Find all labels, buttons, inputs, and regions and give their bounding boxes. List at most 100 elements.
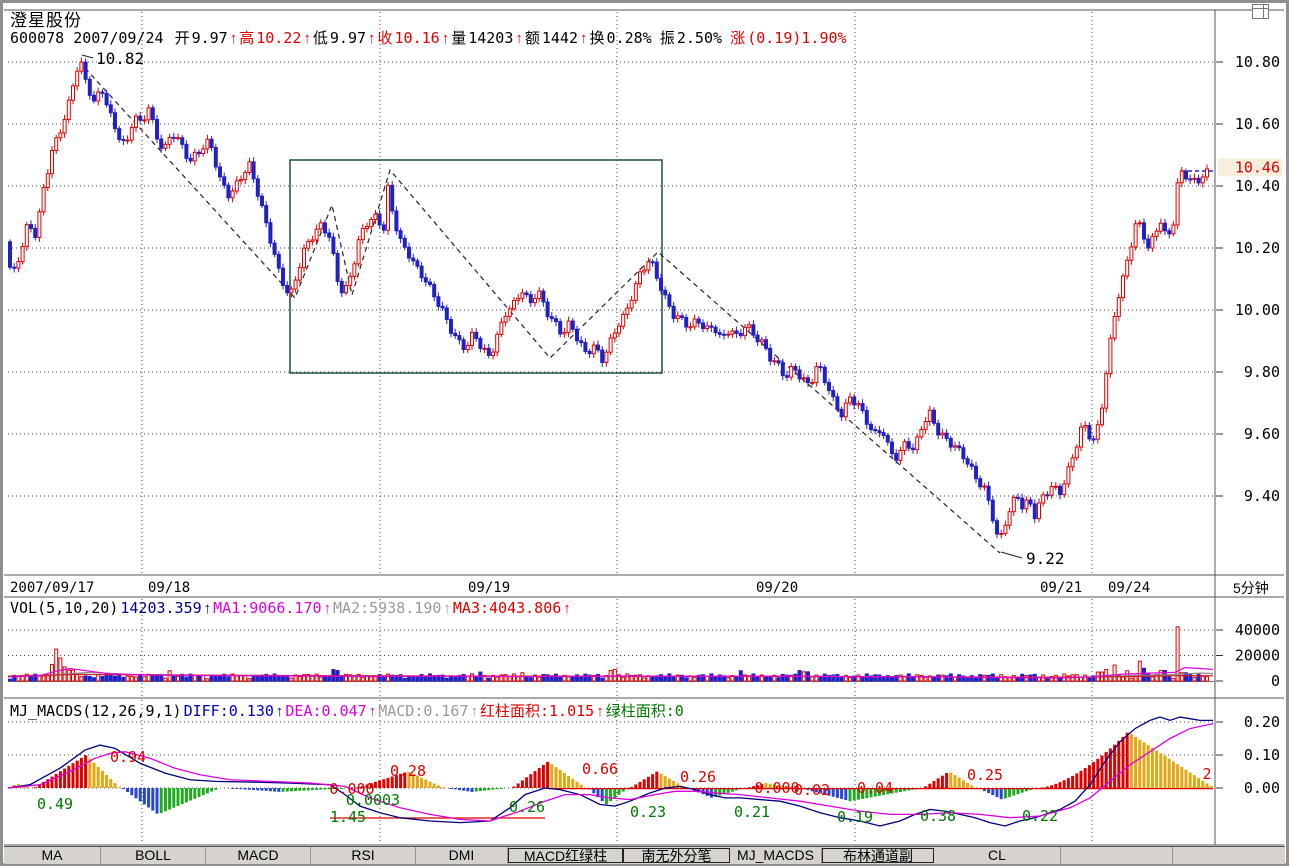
- restore-window-icon-line: [1263, 5, 1264, 18]
- macd-area-value: 0.25: [967, 766, 1003, 784]
- quote-field-label: 低: [313, 30, 328, 47]
- macd-area-value: 0.02: [794, 781, 830, 799]
- macd-area-value: 0.38: [920, 807, 956, 825]
- toolbar-button-BOLL[interactable]: BOLL: [101, 847, 206, 864]
- chart-text-label: 9.40: [1244, 487, 1280, 505]
- toolbar-button-布林通道副[interactable]: 布林通道副: [822, 848, 934, 863]
- chart-text-label: 09/21: [1040, 580, 1082, 596]
- up-arrow-icon: ↑: [324, 600, 332, 617]
- quote-field-value: 10.22: [256, 29, 301, 47]
- last-price-label: 10.46: [1235, 158, 1280, 176]
- indicator-value: MA3:4043.806: [453, 599, 561, 617]
- quote-field-value: (0.19)1.90%: [747, 29, 846, 47]
- macd-area-value: 0.23: [630, 803, 666, 821]
- up-arrow-icon: ↑: [204, 600, 212, 617]
- macd-area-value: 0.28: [390, 762, 426, 780]
- macd-area-value: 2: [1202, 765, 1211, 783]
- up-arrow-icon: ↑: [580, 30, 588, 47]
- chart-text-label: 0: [1271, 672, 1280, 690]
- toolbar-button-MACD红绿柱[interactable]: MACD红绿柱: [508, 848, 623, 863]
- dashed-trendline: [85, 68, 1000, 553]
- macd-area-value: 0.04: [857, 779, 893, 797]
- indicator-value: VOL(5,10,20): [10, 599, 118, 617]
- quote-field-value: 1442: [542, 29, 578, 47]
- macd-area-value: 0.94: [110, 748, 146, 766]
- quote-field-value: 0.28%: [607, 29, 652, 47]
- restore-window-icon[interactable]: [1252, 4, 1269, 19]
- indicator-value: DIFF:0.130: [184, 702, 274, 720]
- up-arrow-icon: ↑: [596, 703, 604, 720]
- quote-field-label: 涨: [730, 30, 745, 47]
- chart-text-label: 09/24: [1108, 580, 1150, 596]
- quote-field-value: 14203: [468, 29, 513, 47]
- up-arrow-icon: ↑: [303, 30, 311, 47]
- chart-text-label: 10.60: [1235, 115, 1280, 133]
- quote-field-label: 高: [239, 30, 254, 47]
- up-arrow-icon: ↑: [369, 703, 377, 720]
- right-axis: 10.8010.6010.4010.2010.009.809.609.4010.…: [1216, 53, 1282, 797]
- toolbar-button-MJ_MACDS[interactable]: MJ_MACDS: [730, 847, 822, 864]
- spacer: [724, 30, 728, 47]
- macd-area-value: 0.26: [509, 798, 545, 816]
- stock-code-and-date: 600078 2007/09/24: [10, 29, 173, 47]
- toolbar-button-empty-10: [1061, 847, 1173, 864]
- date-axis: 2007/09/1709/1809/1909/2009/2109/24: [10, 580, 1150, 596]
- quote-field-value: 2.50%: [677, 29, 722, 47]
- stock-trading-window: 10.8010.6010.4010.2010.009.809.609.4010.…: [0, 0, 1289, 866]
- low-price-callout: 9.22: [1026, 549, 1065, 568]
- chart-text-label: 10.80: [1235, 53, 1280, 71]
- macd-indicator-header: MJ_MACDS(12,26,9,1)DIFF:0.130↑DEA:0.047↑…: [10, 700, 686, 721]
- quote-field-label: 换: [590, 30, 605, 47]
- indicator-value: MACD:0.167: [378, 702, 468, 720]
- toolbar-button-MA[interactable]: MA: [4, 847, 101, 864]
- quote-field-label: 额: [525, 30, 540, 47]
- chart-text-label: 20000: [1235, 647, 1280, 665]
- up-arrow-icon: ↑: [563, 600, 571, 617]
- chart-text-label: 2007/09/17: [10, 580, 94, 596]
- quote-field-label: 开: [175, 30, 190, 47]
- chart-text-label: 10.40: [1235, 177, 1280, 195]
- chart-text-label: 9.60: [1244, 425, 1280, 443]
- chart-text-label: 9.80: [1244, 363, 1280, 381]
- macd-annotations: 0.94 0.49 0.28 0.000 0.00031.45 0.26 0.66 0.23 0…: [37, 748, 1212, 826]
- toolbar-button-RSI[interactable]: RSI: [311, 847, 416, 864]
- indicator-toolbar: MABOLLMACDRSIDMIMACD红绿柱南无外分笔MJ_MACDS布林通道…: [4, 846, 1285, 864]
- macd-area-value: 0.49: [37, 795, 73, 813]
- candlestick-series: [9, 57, 1209, 538]
- chart-text-label: 09/20: [756, 580, 798, 596]
- toolbar-button-南无外分笔[interactable]: 南无外分笔: [623, 848, 730, 863]
- macd-area-value: 0.0003: [346, 791, 400, 809]
- macd-area-value: 0.26: [680, 768, 716, 786]
- toolbar-button-MACD[interactable]: MACD: [206, 847, 311, 864]
- panel-borders: [2, 2, 1288, 865]
- high-price-callout: 10.82: [96, 49, 144, 68]
- spacer: [654, 30, 658, 47]
- indicator-value: MA2:5938.190: [333, 599, 441, 617]
- main-chart-annotations: 10.82 9.22: [82, 49, 1214, 568]
- indicator-value: 绿柱面积:0: [606, 702, 684, 720]
- up-arrow-icon: ↑: [515, 30, 523, 47]
- chart-text-label: 0.10: [1244, 746, 1280, 764]
- indicator-value: MJ_MACDS(12,26,9,1): [10, 702, 182, 720]
- chart-text-label: 09/19: [468, 580, 510, 596]
- quote-field-label: 收: [378, 30, 393, 47]
- chart-text-label: 10.00: [1235, 301, 1280, 319]
- chart-canvas[interactable]: 10.8010.6010.4010.2010.009.809.609.4010.…: [0, 0, 1289, 866]
- indicator-value: MA1:9066.170: [213, 599, 321, 617]
- indicator-value: DEA:0.047: [285, 702, 366, 720]
- up-arrow-icon: ↑: [230, 30, 238, 47]
- volume-indicator-header: VOL(5,10,20)14203.359↑MA1:9066.170↑MA2:5…: [10, 599, 573, 617]
- quote-field-value: 9.97: [192, 29, 228, 47]
- macd-area-value: 1.45: [330, 808, 366, 826]
- up-arrow-icon: ↑: [442, 30, 450, 47]
- toolbar-button-DMI[interactable]: DMI: [416, 847, 508, 864]
- toolbar-button-CL[interactable]: CL: [934, 847, 1061, 864]
- quote-info-line: 600078 2007/09/24 开9.97↑高10.22↑低9.97↑收10…: [10, 27, 851, 48]
- macd-area-value: 0.22: [1022, 807, 1058, 825]
- quote-field-value: 9.97: [330, 29, 366, 47]
- macd-area-value: 0.66: [582, 760, 618, 778]
- quote-field-label: 振: [660, 30, 675, 47]
- macd-area-value: 0.000: [754, 779, 799, 797]
- macd-area-value: 0.21: [734, 803, 770, 821]
- up-arrow-icon: ↑: [368, 30, 376, 47]
